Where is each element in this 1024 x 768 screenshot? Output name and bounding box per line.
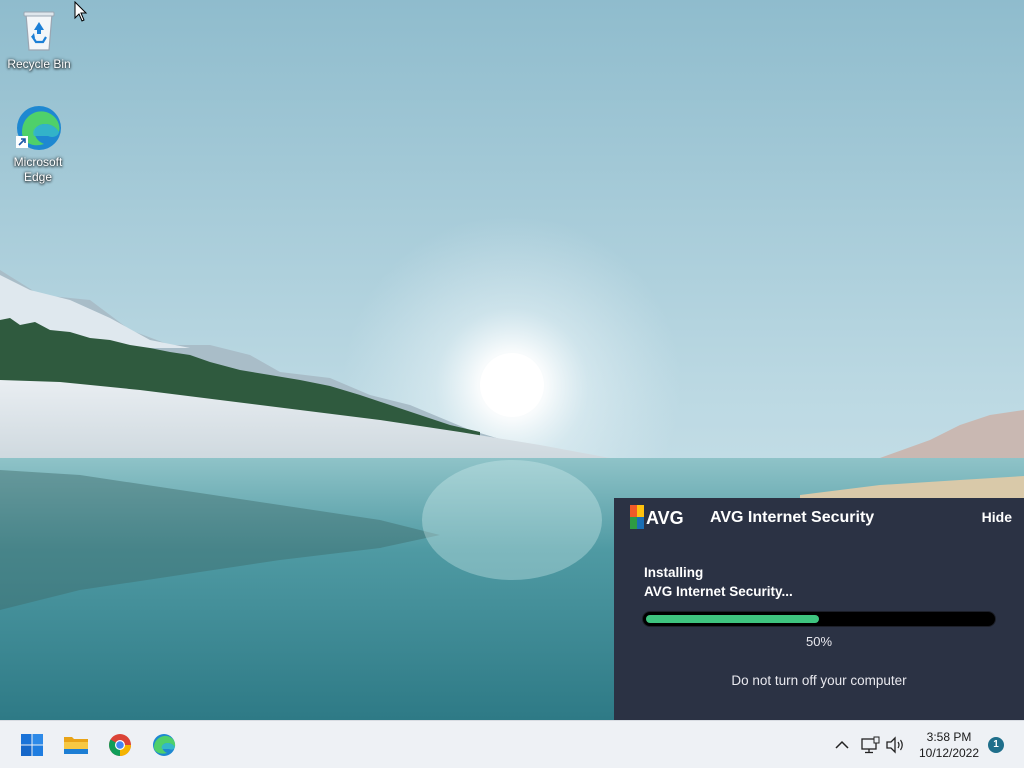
install-status-line1: Installing (644, 565, 704, 580)
windows-start-icon (21, 734, 43, 756)
desktop-icon-recycle-bin[interactable]: Recycle Bin (4, 6, 74, 72)
clock-date: 10/12/2022 (918, 746, 980, 760)
file-explorer-icon (64, 737, 88, 754)
recycle-bin-label: Recycle Bin (7, 57, 71, 71)
desktop-icon-microsoft-edge[interactable]: Microsoft Edge (3, 104, 73, 185)
install-progress-percent: 50% (805, 634, 833, 649)
volume-button[interactable] (885, 735, 905, 755)
avg-installer-popup: AVG AVG Internet Security Hide Installin… (614, 498, 1024, 720)
chrome-icon (109, 734, 131, 756)
network-icon (861, 736, 880, 754)
microsoft-edge-label: Microsoft Edge (13, 155, 63, 184)
microsoft-edge-icon (14, 104, 62, 152)
install-status-line2: AVG Internet Security... (644, 584, 793, 599)
network-button[interactable] (860, 735, 880, 755)
volume-icon (886, 736, 903, 754)
edge-icon (153, 734, 176, 756)
avg-logo-text: AVG (646, 508, 684, 528)
clock-time: 3:58 PM (926, 730, 972, 744)
recycle-bin-icon (15, 6, 63, 54)
taskbar-edge[interactable] (144, 729, 184, 761)
install-progress-fill (646, 615, 819, 623)
show-hidden-icons-button[interactable] (832, 735, 852, 755)
taskbar-file-explorer[interactable] (56, 729, 96, 761)
install-progress-bar (642, 611, 996, 627)
avg-title: AVG Internet Security (710, 509, 875, 526)
taskbar-clock[interactable]: 3:58 PM 10/12/2022 (912, 729, 986, 761)
taskbar: 3:58 PM 10/12/2022 1 (0, 720, 1024, 768)
avg-logo: AVG (630, 505, 692, 529)
notification-badge[interactable]: 1 (988, 737, 1004, 753)
install-warning-text: Do not turn off your computer (731, 673, 907, 688)
avg-header: AVG AVG Internet Security Hide (614, 498, 1024, 538)
taskbar-chrome[interactable] (100, 729, 140, 761)
avg-hide-button[interactable]: Hide (982, 509, 1012, 525)
chevron-up-icon (835, 740, 849, 749)
mouse-cursor-icon (74, 1, 88, 22)
start-button[interactable] (12, 729, 52, 761)
